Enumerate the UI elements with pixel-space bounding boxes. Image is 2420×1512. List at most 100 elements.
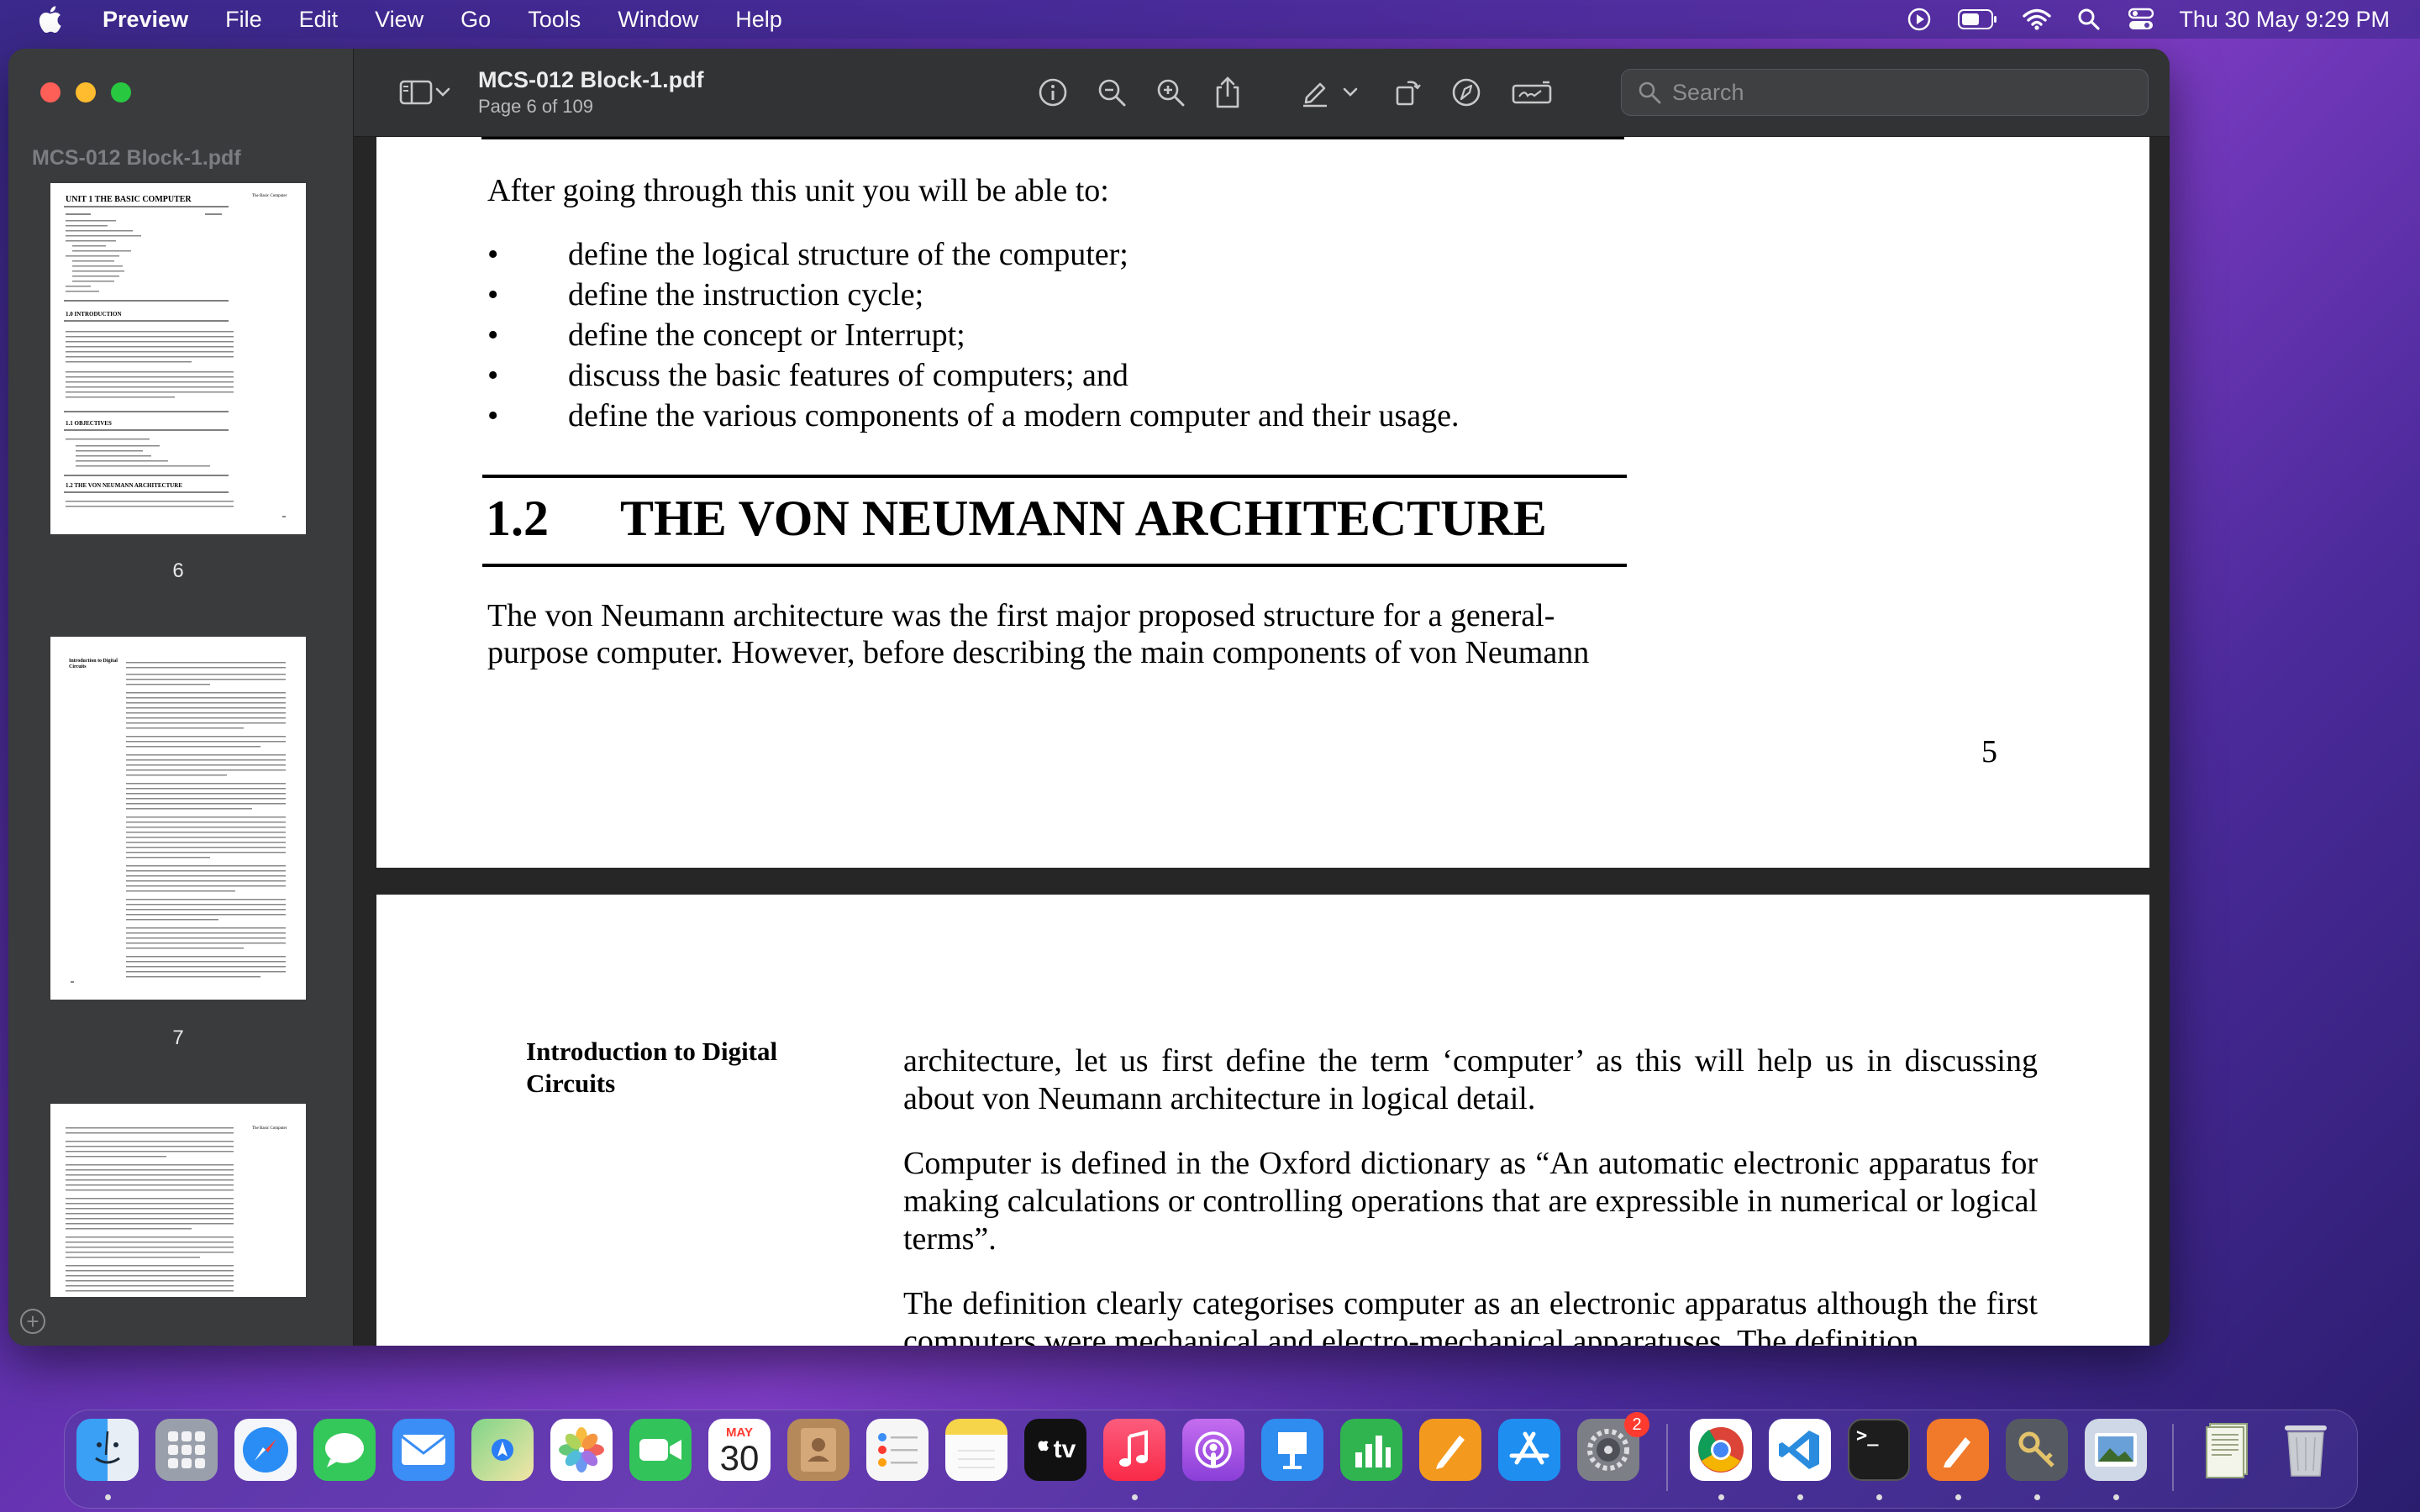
reminders-icon[interactable]	[866, 1419, 929, 1481]
page-number: 5	[1981, 734, 1997, 769]
menubar-clock[interactable]: Thu 30 May 9:29 PM	[2179, 7, 2390, 33]
running-indicator	[1876, 1494, 1882, 1500]
svg-text:Circuits: Circuits	[69, 664, 87, 669]
tv-icon[interactable]: tv	[1024, 1419, 1086, 1481]
page-thumbnail-8[interactable]: The Basic Computer	[50, 1104, 306, 1297]
bullet-icon: •	[487, 237, 499, 272]
sidebar-toggle-icon[interactable]	[396, 72, 436, 113]
battery-icon[interactable]	[1957, 5, 1999, 34]
page-thumbnail-7[interactable]: Introduction to Digital Circuits	[50, 637, 306, 1000]
pages-icon[interactable]	[1419, 1419, 1481, 1481]
photos-icon[interactable]	[550, 1419, 613, 1481]
app-store-icon[interactable]	[1498, 1419, 1560, 1481]
menu-view[interactable]: View	[356, 7, 442, 33]
add-page-icon[interactable]: +	[20, 1309, 45, 1334]
apple-icon[interactable]	[30, 5, 69, 34]
facetime-icon[interactable]	[629, 1419, 692, 1481]
list-item-text: define the logical structure of the comp…	[568, 237, 1128, 272]
window-controls	[40, 82, 131, 102]
terminal-icon[interactable]: >_	[1848, 1419, 1910, 1481]
messages-icon[interactable]	[313, 1419, 376, 1481]
running-indicator	[2113, 1494, 2119, 1500]
info-icon[interactable]	[1033, 72, 1073, 113]
pdf-page-7: Introduction to Digital Circuits archite…	[376, 895, 2149, 1346]
menu-help[interactable]: Help	[717, 7, 801, 33]
finder-icon[interactable]	[76, 1419, 139, 1481]
vscode-icon[interactable]	[1769, 1419, 1831, 1481]
svg-text:The Basic Computer: The Basic Computer	[252, 194, 287, 198]
body-paragraph: The definition clearly categorises compu…	[903, 1286, 2038, 1346]
menu-bar: Preview File Edit View Go Tools Window H…	[0, 0, 2420, 39]
podcasts-icon[interactable]	[1182, 1419, 1244, 1481]
page-body: architecture, let us first define the te…	[903, 1042, 2038, 1346]
highlight-pen-icon[interactable]	[1295, 72, 1335, 113]
safari-icon[interactable]	[234, 1419, 297, 1481]
menu-file[interactable]: File	[207, 7, 281, 33]
rule-line	[481, 137, 1624, 139]
chrome-icon[interactable]	[1690, 1419, 1752, 1481]
svg-text:Introduction to Digital: Introduction to Digital	[69, 659, 118, 664]
play-circle-icon[interactable]	[1905, 5, 1933, 34]
svg-text:UNIT 1 THE BASIC COMPUTER: UNIT 1 THE BASIC COMPUTER	[66, 195, 192, 204]
zoom-button[interactable]	[111, 82, 131, 102]
music-icon[interactable]	[1103, 1419, 1165, 1481]
terminal-prompt: >_	[1856, 1425, 1879, 1446]
downloads-stack-icon[interactable]	[2196, 1419, 2258, 1481]
list-item-text: define the instruction cycle;	[568, 277, 924, 312]
document-title: MCS-012 Block-1.pdf	[478, 67, 704, 92]
search-icon[interactable]	[2075, 5, 2103, 34]
share-icon[interactable]	[1207, 72, 1248, 113]
pdf-page-6: After going through this unit you will b…	[376, 137, 2149, 868]
trash-icon[interactable]	[2275, 1419, 2337, 1481]
chevron-down-icon[interactable]	[1339, 72, 1362, 113]
rule-line	[482, 564, 1627, 567]
minimize-button[interactable]	[76, 82, 96, 102]
running-indicator	[2034, 1494, 2040, 1500]
document-view[interactable]: After going through this unit you will b…	[354, 137, 2170, 1346]
numbers-icon[interactable]	[1340, 1419, 1402, 1481]
keychain-icon[interactable]	[2006, 1419, 2068, 1481]
keynote-icon[interactable]	[1261, 1419, 1323, 1481]
svg-text:1.2 THE VON NEUMANN ARCHI: 1.2 THE VON NEUMANN ARCHITECTURE	[66, 482, 182, 489]
running-indicator	[1797, 1494, 1803, 1500]
section-heading: 1.2 THE VON NEUMANN ARCHITECTURE	[486, 490, 1547, 548]
svg-text:The Basic Computer: The Basic Computer	[252, 1126, 287, 1131]
menu-app-name[interactable]: Preview	[84, 7, 207, 33]
thumbnail-page-content: UNIT 1 THE BASIC COMPUTER The Basic Comp…	[64, 194, 287, 517]
mail-icon[interactable]	[392, 1419, 455, 1481]
page-thumbnail-6[interactable]: UNIT 1 THE BASIC COMPUTER The Basic Comp…	[50, 183, 306, 534]
pen-app-icon[interactable]	[1927, 1419, 1989, 1481]
maps-icon[interactable]	[471, 1419, 534, 1481]
thumbnail-page-content: The Basic Computer	[66, 1126, 287, 1292]
rotate-icon[interactable]	[1387, 72, 1428, 113]
sign-icon[interactable]	[1508, 72, 1555, 113]
wifi-icon[interactable]	[2023, 5, 2052, 34]
search-input[interactable]	[1670, 78, 2128, 107]
calendar-icon[interactable]: MAY 30	[708, 1419, 771, 1481]
dock-separator	[1666, 1424, 1668, 1491]
bullet-icon: •	[487, 358, 499, 393]
preview-icon[interactable]	[2085, 1419, 2147, 1481]
launchpad-icon[interactable]	[155, 1419, 218, 1481]
dock-separator	[2172, 1424, 2174, 1491]
menu-edit[interactable]: Edit	[281, 7, 357, 33]
contacts-icon[interactable]	[787, 1419, 850, 1481]
chevron-down-icon[interactable]	[431, 72, 455, 113]
svg-text:1.1 OBJECTIVES: 1.1 OBJECTIVES	[66, 420, 112, 427]
body-paragraph: architecture, let us first define the te…	[903, 1043, 2038, 1116]
running-indicator	[1718, 1494, 1724, 1500]
notes-icon[interactable]	[945, 1419, 1007, 1481]
search-field[interactable]	[1621, 69, 2149, 116]
menu-tools[interactable]: Tools	[509, 7, 599, 33]
zoom-in-icon[interactable]	[1150, 72, 1191, 113]
control-center-icon[interactable]	[2127, 5, 2155, 34]
menu-window[interactable]: Window	[599, 7, 717, 33]
close-button[interactable]	[40, 82, 60, 102]
menu-go[interactable]: Go	[442, 7, 509, 33]
markup-icon[interactable]	[1446, 72, 1486, 113]
toolbar: MCS-012 Block-1.pdf Page 6 of 109	[354, 49, 2170, 137]
zoom-out-icon[interactable]	[1092, 72, 1132, 113]
section-title: THE VON NEUMANN ARCHITECTURE	[620, 491, 1547, 546]
thumbnail-page-content: Introduction to Digital Circuits	[69, 659, 286, 983]
body-paragraph: The von Neumann architecture was the fir…	[487, 598, 1590, 670]
